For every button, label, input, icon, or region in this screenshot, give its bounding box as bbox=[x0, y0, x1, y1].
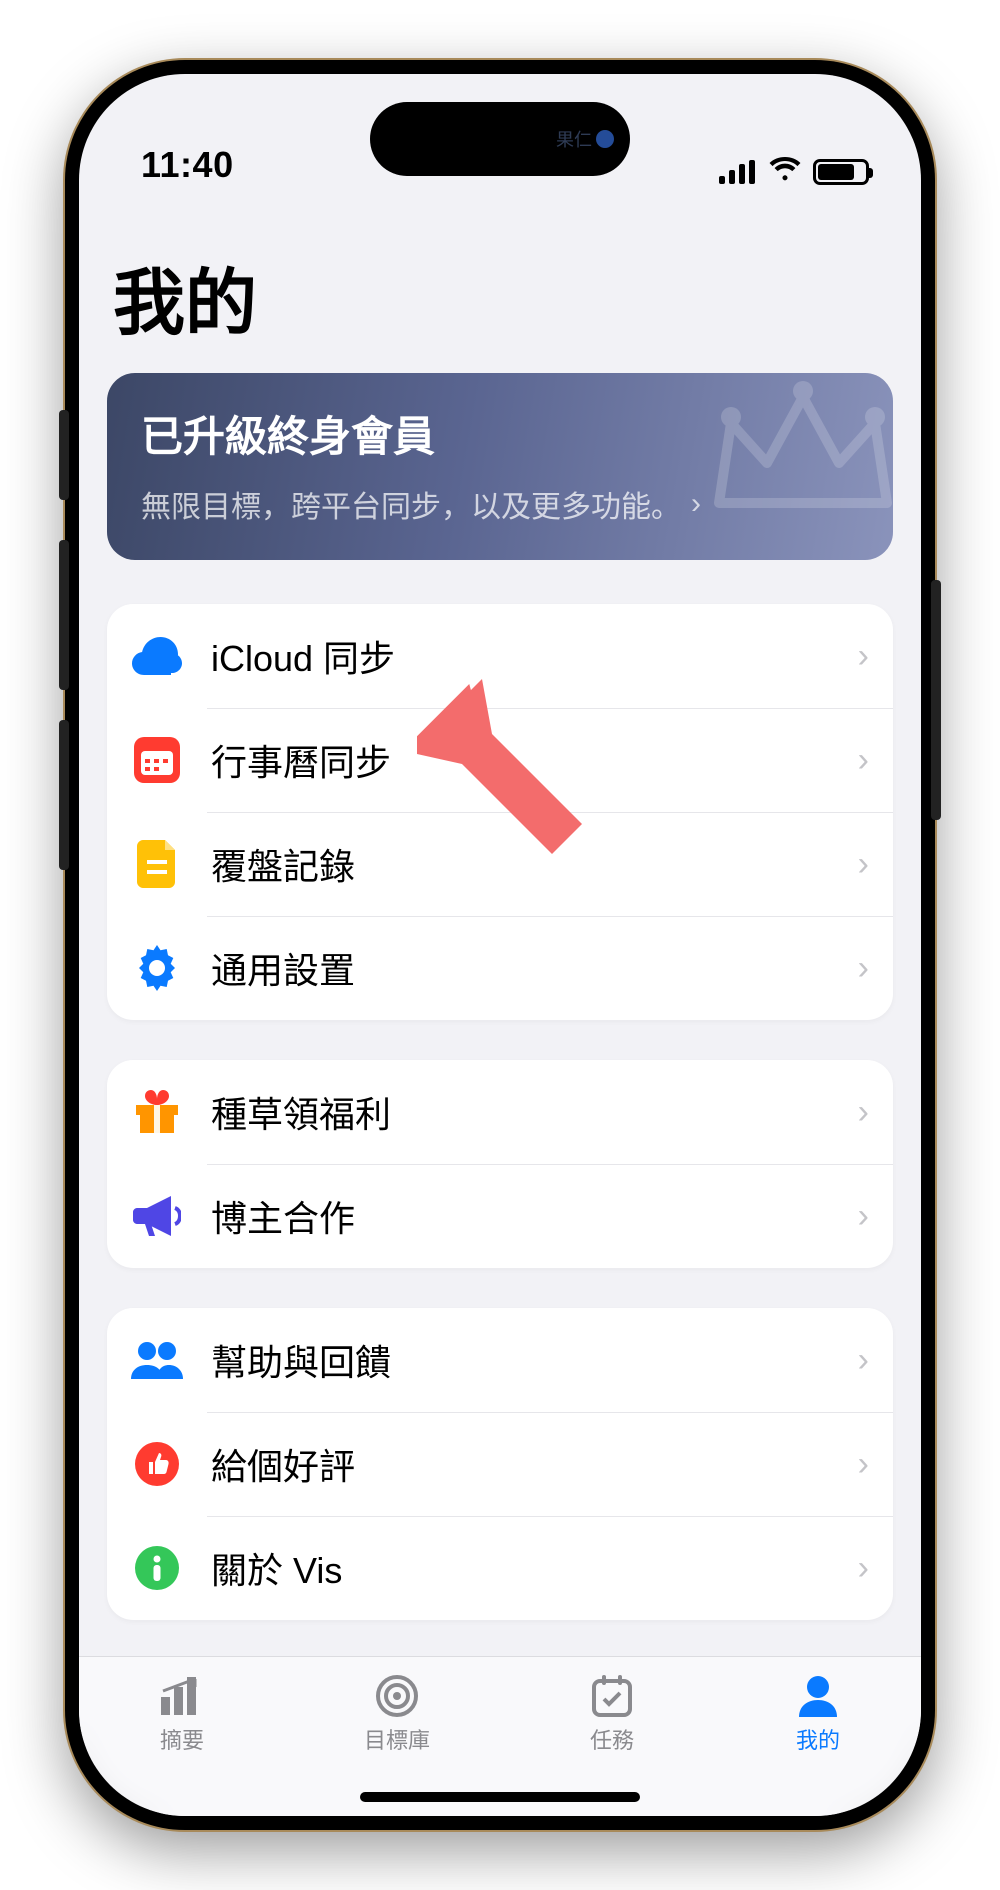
tab-label: 目標庫 bbox=[364, 1723, 430, 1755]
chevron-right-icon: › bbox=[858, 741, 869, 780]
tab-summary[interactable]: 摘要 bbox=[158, 1675, 206, 1755]
chevron-right-icon: › bbox=[691, 487, 701, 521]
row-label: 種草領福利 bbox=[211, 1086, 858, 1138]
settings-section-promo: 種草領福利 › 博主合作 › bbox=[107, 1060, 893, 1268]
dynamic-island: 果仁 bbox=[370, 102, 630, 176]
megaphone-icon bbox=[131, 1190, 183, 1242]
tab-mine[interactable]: 我的 bbox=[794, 1675, 842, 1755]
crown-icon bbox=[703, 373, 893, 533]
premium-banner[interactable]: 已升級終身會員 無限目標，跨平台同步，以及更多功能。 › bbox=[107, 373, 893, 560]
page-title: 我的 bbox=[113, 244, 893, 349]
chevron-right-icon: › bbox=[858, 1445, 869, 1484]
chevron-right-icon: › bbox=[858, 1197, 869, 1236]
island-text: 果仁 bbox=[556, 126, 592, 152]
chart-icon bbox=[158, 1675, 206, 1717]
gear-icon bbox=[131, 942, 183, 994]
tab-tasks[interactable]: 任務 bbox=[588, 1675, 636, 1755]
tab-label: 摘要 bbox=[160, 1723, 204, 1755]
people-icon bbox=[131, 1334, 183, 1386]
row-label: 通用設置 bbox=[211, 942, 858, 994]
thumb-icon bbox=[131, 1438, 183, 1490]
annotation-arrow-icon bbox=[407, 674, 607, 874]
chevron-right-icon: › bbox=[858, 1093, 869, 1132]
row-label: 關於 Vis bbox=[211, 1542, 858, 1594]
settings-section-sync: iCloud 同步 › 行事曆同步 › 覆盤記錄 › bbox=[107, 604, 893, 1020]
row-label: 博主合作 bbox=[211, 1190, 858, 1242]
battery-icon bbox=[813, 159, 869, 185]
chevron-right-icon: › bbox=[858, 949, 869, 988]
target-icon bbox=[373, 1675, 421, 1717]
tab-label: 任務 bbox=[590, 1723, 634, 1755]
tab-label: 我的 bbox=[796, 1723, 840, 1755]
gift-icon bbox=[131, 1086, 183, 1138]
row-rewards[interactable]: 種草領福利 › bbox=[107, 1060, 893, 1164]
settings-section-support: 幫助與回饋 › 給個好評 › 關於 Vis › bbox=[107, 1308, 893, 1620]
row-help-feedback[interactable]: 幫助與回饋 › bbox=[107, 1308, 893, 1412]
chevron-right-icon: › bbox=[858, 1549, 869, 1588]
row-label: 幫助與回饋 bbox=[211, 1334, 858, 1386]
wifi-icon bbox=[769, 157, 801, 186]
cellular-icon bbox=[719, 160, 757, 184]
chevron-right-icon: › bbox=[858, 1341, 869, 1380]
island-avatar-icon bbox=[596, 130, 614, 148]
task-icon bbox=[588, 1675, 636, 1717]
status-time: 11:40 bbox=[141, 144, 234, 186]
tab-bar: 摘要 目標庫 任務 我的 bbox=[79, 1656, 921, 1816]
document-icon bbox=[131, 838, 183, 890]
row-general-settings[interactable]: 通用設置 › bbox=[107, 916, 893, 1020]
person-icon bbox=[794, 1675, 842, 1717]
cloud-icon bbox=[131, 630, 183, 682]
row-collab[interactable]: 博主合作 › bbox=[107, 1164, 893, 1268]
premium-subtitle: 無限目標，跨平台同步，以及更多功能。 bbox=[141, 482, 681, 526]
row-rate-app[interactable]: 給個好評 › bbox=[107, 1412, 893, 1516]
calendar-icon bbox=[131, 734, 183, 786]
chevron-right-icon: › bbox=[858, 845, 869, 884]
row-label: 給個好評 bbox=[211, 1438, 858, 1490]
row-about[interactable]: 關於 Vis › bbox=[107, 1516, 893, 1620]
chevron-right-icon: › bbox=[858, 637, 869, 676]
info-icon bbox=[131, 1542, 183, 1594]
tab-goals[interactable]: 目標庫 bbox=[364, 1675, 430, 1755]
home-indicator[interactable] bbox=[360, 1792, 640, 1802]
